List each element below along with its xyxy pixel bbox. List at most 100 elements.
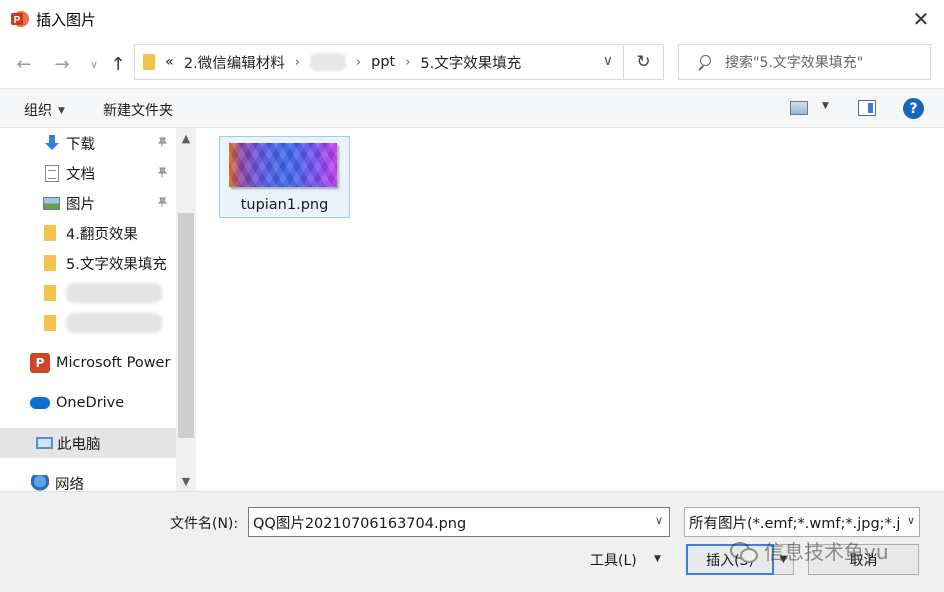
pictures-icon [43, 196, 60, 210]
breadcrumb-item[interactable]: ppt [371, 54, 395, 70]
search-placeholder: 搜索"5.文字效果填充" [725, 55, 864, 71]
sidebar-item-label: 5.文字效果填充 [66, 256, 167, 273]
breadcrumb-separator[interactable]: › [405, 55, 410, 70]
sidebar-item-label: 下载 [66, 136, 95, 153]
folder-icon [143, 54, 155, 70]
forward-button[interactable]: → [50, 52, 74, 76]
sidebar-item-folder[interactable]: 5.文字效果填充 [0, 248, 176, 278]
file-thumbnail [229, 143, 337, 187]
search-input[interactable]: 搜索"5.文字效果填充" [678, 44, 931, 80]
address-bar[interactable]: « 2.微信编辑材料 › › ppt › 5.文字效果填充 ∨ [134, 44, 624, 80]
recent-locations-button[interactable]: ∨ [82, 52, 106, 76]
sidebar-scrollbar[interactable]: ▲ ▼ [176, 128, 196, 491]
caret-down-icon: ▼ [58, 106, 65, 116]
folder-icon [44, 285, 56, 301]
navigation-bar: ← → ∨ ↑ « 2.微信编辑材料 › › ppt › 5.文字效果填充 ∨ … [0, 38, 944, 88]
dialog-footer: 文件名(N): QQ图片20210706163704.png ∨ 所有图片(*.… [0, 491, 944, 592]
sidebar-item-label: 图片 [66, 196, 95, 213]
onedrive-icon [30, 397, 50, 409]
chevron-down-icon: ▼ [181, 474, 191, 488]
help-icon[interactable]: ? [903, 98, 924, 119]
close-icon: ✕ [912, 7, 930, 31]
sidebar-item-documents[interactable]: 文档 [0, 158, 176, 188]
chevron-down-icon: ∨ [902, 514, 915, 527]
insert-button[interactable]: 插入(S) [686, 544, 774, 575]
filename-label: 文件名(N): [170, 516, 239, 532]
sidebar-item-network[interactable]: 网络 [0, 468, 176, 491]
search-icon [697, 55, 711, 69]
scroll-up-button[interactable]: ▲ [176, 128, 196, 148]
folder-icon [44, 255, 56, 271]
filename-input[interactable]: QQ图片20210706163704.png ∨ [248, 507, 670, 537]
cancel-button[interactable]: 取消 [808, 544, 919, 575]
organize-label: 组织 [24, 103, 52, 119]
breadcrumb-separator[interactable]: › [356, 55, 361, 70]
sidebar-item-label: 4.翻页效果 [66, 226, 138, 243]
file-name: tupian1.png [240, 197, 329, 213]
arrow-right-icon: → [54, 53, 70, 75]
redacted-label [66, 283, 162, 303]
sidebar-item-onedrive[interactable]: OneDrive [0, 388, 176, 418]
chevron-up-icon: ▲ [181, 131, 191, 145]
powerpoint-app-icon: P [10, 9, 30, 29]
organize-button[interactable]: 组织 ▼ [24, 100, 65, 120]
sidebar-item-folder[interactable]: 4.翻页效果 [0, 218, 176, 248]
download-icon [44, 135, 60, 151]
command-toolbar: 组织 ▼ 新建文件夹 ▼ ? [0, 88, 944, 128]
filename-value: QQ图片20210706163704.png [253, 515, 467, 532]
insert-options-dropdown[interactable]: ▼ [774, 544, 794, 575]
tools-button[interactable]: 工具(L) [590, 550, 637, 570]
refresh-icon: ↻ [636, 52, 651, 72]
this-pc-icon [36, 437, 53, 449]
pin-icon [157, 197, 168, 211]
chevron-down-icon[interactable]: ∨ [655, 514, 663, 527]
file-list-pane[interactable]: tupian1.png [196, 128, 944, 491]
address-history-dropdown[interactable]: ∨ [603, 53, 613, 69]
scroll-thumb[interactable] [178, 213, 194, 438]
network-icon [31, 475, 49, 491]
title-bar: P 插入图片 ✕ [0, 0, 944, 38]
breadcrumb-separator[interactable]: › [295, 55, 300, 70]
folder-icon [44, 225, 56, 241]
refresh-button[interactable]: ↻ [624, 44, 664, 80]
sidebar-item-powerpoint[interactable]: P Microsoft Power [0, 348, 176, 378]
back-button[interactable]: ← [12, 52, 36, 76]
navigation-pane: 下载 文档 图片 4.翻页效果 5.文字效果填充 P Microsoft Pow… [0, 128, 196, 491]
sidebar-item-downloads[interactable]: 下载 [0, 128, 176, 158]
sidebar-item-folder-redacted[interactable] [0, 278, 176, 308]
pin-icon [157, 137, 168, 151]
scroll-down-button[interactable]: ▼ [176, 471, 196, 491]
document-icon [45, 164, 59, 182]
sidebar-item-label: OneDrive [56, 395, 125, 411]
pin-icon [157, 167, 168, 181]
chevron-down-icon: ∨ [89, 57, 99, 71]
redacted-label [66, 313, 162, 333]
breadcrumb-overflow[interactable]: « [165, 54, 174, 70]
change-view-icon[interactable] [790, 101, 808, 115]
view-options-dropdown[interactable]: ▼ [822, 101, 829, 111]
breadcrumb-item-current[interactable]: 5.文字效果填充 [420, 52, 521, 73]
sidebar-item-folder-redacted[interactable] [0, 308, 176, 338]
up-button[interactable]: ↑ [106, 52, 130, 76]
breadcrumb-item-redacted[interactable] [309, 53, 346, 71]
breadcrumb-item[interactable]: 2.微信编辑材料 [184, 52, 285, 73]
sidebar-item-label: Microsoft Power [56, 355, 171, 371]
close-button[interactable]: ✕ [898, 0, 944, 38]
sidebar-item-label: 网络 [55, 476, 84, 492]
file-item[interactable]: tupian1.png [219, 136, 350, 218]
sidebar-item-pictures[interactable]: 图片 [0, 188, 176, 218]
arrow-left-icon: ← [16, 53, 32, 75]
file-type-filter-select[interactable]: 所有图片(*.emf;*.wmf;*.jpg;*.j ∨ [684, 507, 920, 537]
arrow-up-icon: ↑ [110, 53, 126, 75]
sidebar-item-label: 此电脑 [57, 436, 101, 453]
caret-down-icon[interactable]: ▼ [654, 554, 661, 564]
folder-icon [44, 315, 56, 331]
preview-pane-icon[interactable] [858, 100, 876, 116]
powerpoint-icon: P [30, 353, 50, 373]
file-type-filter-value: 所有图片(*.emf;*.wmf;*.jpg;*.j [689, 515, 901, 532]
sidebar-item-label: 文档 [66, 166, 95, 183]
svg-text:P: P [14, 15, 21, 26]
sidebar-item-this-pc[interactable]: 此电脑 [0, 428, 176, 458]
new-folder-button[interactable]: 新建文件夹 [103, 100, 173, 120]
window-title: 插入图片 [36, 11, 97, 29]
